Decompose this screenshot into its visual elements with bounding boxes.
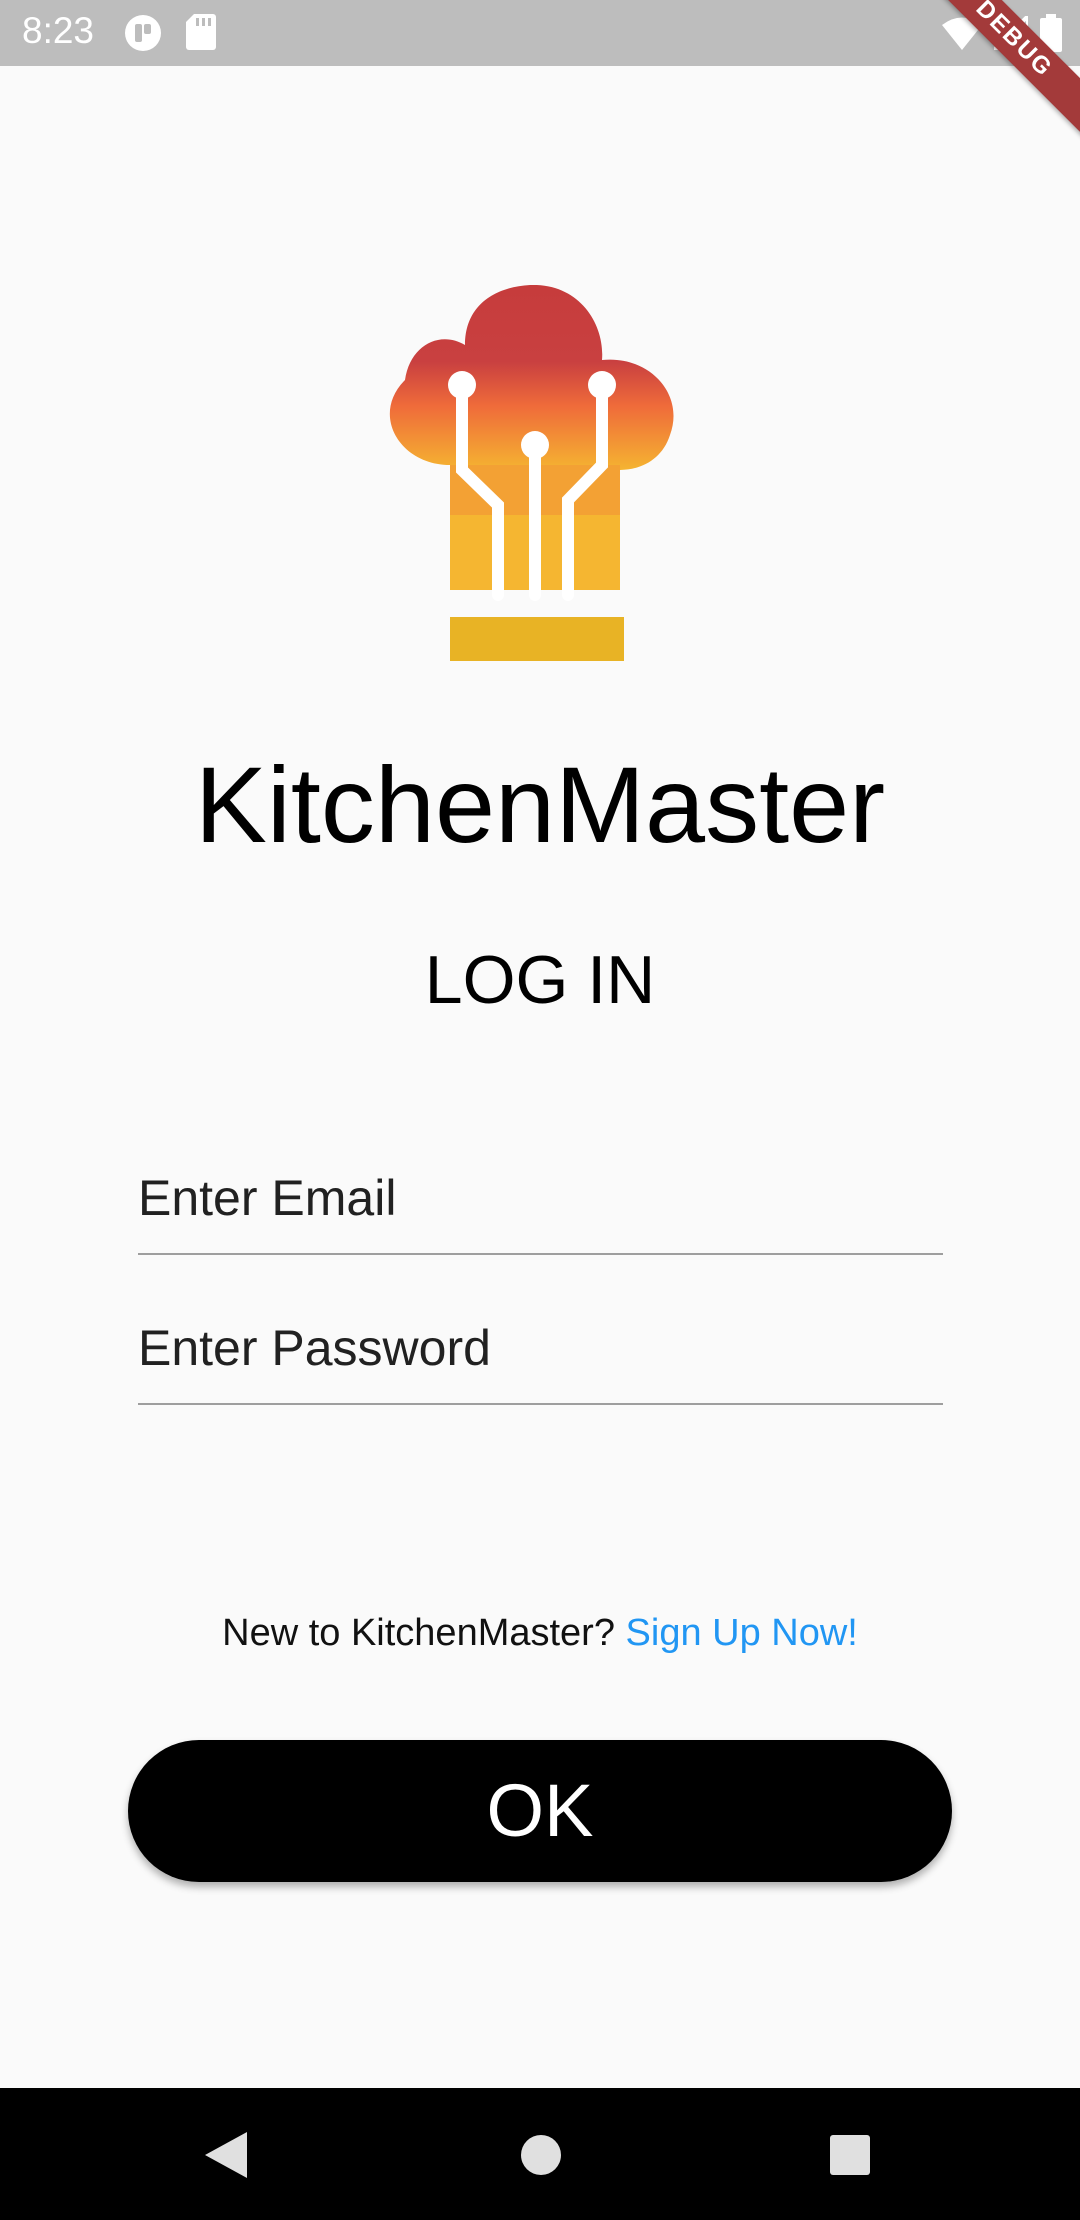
sd-card-icon: [186, 14, 216, 57]
password-placeholder: Enter Password: [138, 1320, 491, 1376]
status-left-icons: [124, 14, 216, 57]
signup-prompt: New to KitchenMaster?: [222, 1612, 615, 1654]
home-icon[interactable]: [520, 2134, 562, 2181]
chef-hat-circuit-icon: [380, 284, 700, 665]
page-heading: LOG IN: [424, 942, 656, 1018]
email-field[interactable]: Enter Email: [138, 1163, 943, 1255]
recents-icon[interactable]: [829, 2134, 871, 2181]
status-time: 8:23: [22, 10, 95, 51]
email-placeholder: Enter Email: [138, 1170, 397, 1226]
navigation-bar: [0, 2088, 1080, 2220]
app-title: KitchenMaster: [194, 744, 886, 865]
ok-button[interactable]: OK: [128, 1740, 952, 1882]
notification-app-icon: [124, 14, 162, 57]
signup-line: New to KitchenMaster? Sign Up Now!: [0, 1612, 1080, 1655]
status-bar: 8:23 DEBUG: [0, 0, 1080, 138]
back-icon[interactable]: [205, 2132, 247, 2183]
password-field[interactable]: Enter Password: [138, 1313, 943, 1405]
signup-link[interactable]: Sign Up Now!: [626, 1612, 858, 1654]
